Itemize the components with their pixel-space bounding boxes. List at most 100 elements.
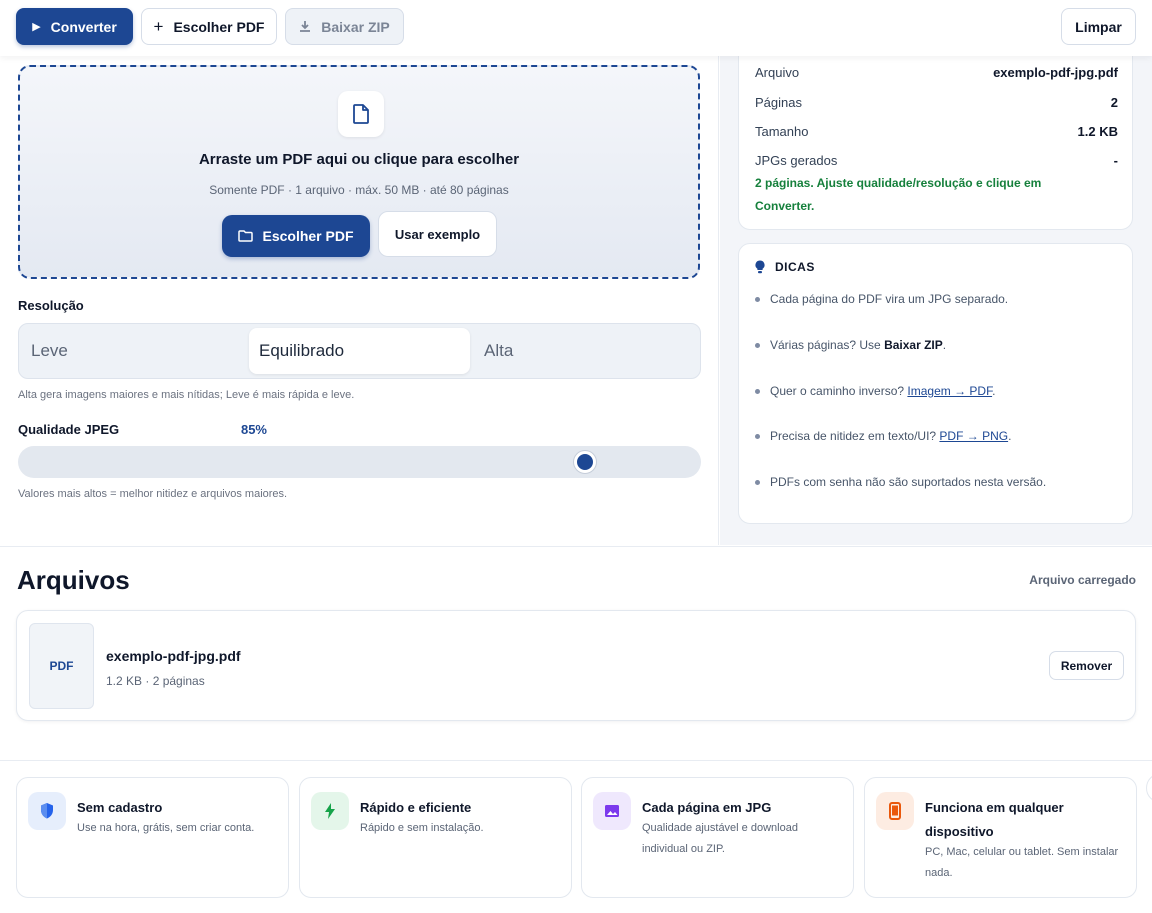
settings-panel: Arraste um PDF aqui ou clique para escol…: [0, 56, 719, 545]
play-icon: ▶: [32, 21, 41, 33]
choose-pdf-label: Escolher PDF: [173, 18, 265, 35]
tip-text-suffix: .: [992, 384, 996, 398]
tip-item: Quer o caminho inverso? Imagem → PDF.: [755, 384, 995, 398]
file-list-item: PDF exemplo-pdf-jpg.pdf 1.2 KB · 2 págin…: [16, 610, 1136, 721]
toolbar: ▶ Converter + Escolher PDF Baixar ZIP Li…: [0, 0, 1152, 56]
pdf-to-png-link[interactable]: PDF → PNG: [939, 429, 1008, 443]
resolution-label: Resolução: [18, 298, 84, 313]
file-icon: [338, 91, 384, 137]
info-key: Páginas: [755, 95, 802, 110]
tip-text: PDFs com senha não são suportados nesta …: [770, 475, 1047, 489]
tip-text-prefix: Várias páginas? Use: [770, 338, 885, 352]
convert-button[interactable]: ▶ Converter: [16, 8, 133, 45]
feature-card: Cada página em JPG Qualidade ajustável e…: [581, 777, 854, 898]
resolution-selector: Leve Equilibrado Alta: [18, 323, 701, 379]
feature-text: Use na hora, grátis, sem criar conta.: [77, 822, 255, 834]
download-zip-label: Baixar ZIP: [321, 18, 390, 35]
remove-file-button[interactable]: Remover: [1049, 651, 1124, 680]
file-meta: 1.2 KB · 2 páginas: [106, 674, 205, 688]
info-row-file: Arquivo exemplo-pdf-jpg.pdf: [755, 65, 1118, 80]
tip-text: Várias páginas? Use Baixar ZIP.: [770, 338, 946, 352]
dropzone-title: Arraste um PDF aqui ou clique para escol…: [198, 151, 520, 168]
quality-slider-handle[interactable]: [574, 451, 597, 473]
clear-label: Limpar: [1075, 18, 1122, 35]
pdf-dropzone[interactable]: Arraste um PDF aqui ou clique para escol…: [18, 65, 700, 279]
bolt-icon: [311, 792, 349, 830]
shield-icon: [28, 792, 66, 830]
files-title: Arquivos: [17, 565, 130, 595]
tip-item: Cada página do PDF vira um JPG separado.: [755, 292, 1008, 306]
feature-title: Sem cadastro: [77, 800, 163, 815]
feature-card: Rápido e eficiente Rápido e sem instalaç…: [299, 777, 572, 898]
scroll-next-button[interactable]: [1146, 773, 1152, 803]
bullet-icon: [755, 296, 760, 302]
tips-title: DICAS: [775, 260, 815, 274]
file-name: exemplo-pdf-jpg.pdf: [106, 648, 241, 664]
tip-text-suffix: .: [1008, 429, 1012, 443]
download-zip-button[interactable]: Baixar ZIP: [285, 8, 404, 45]
feature-title: Cada página em JPG: [642, 800, 772, 815]
info-row-jpgs: JPGs gerados -: [755, 153, 1118, 168]
info-value: -: [1113, 153, 1118, 168]
side-panel: Arquivo exemplo-pdf-jpg.pdf Páginas 2 Ta…: [720, 44, 1152, 545]
use-example-button[interactable]: Usar exemplo: [378, 211, 497, 257]
convert-label: Converter: [50, 18, 117, 35]
dropzone-choose-button[interactable]: Escolher PDF: [222, 215, 370, 257]
info-status-message: 2 páginas. Ajuste qualidade/resolução e …: [755, 176, 1042, 213]
clear-button[interactable]: Limpar: [1061, 8, 1136, 45]
tip-text: Precisa de nitidez em texto/UI? PDF → PN…: [770, 429, 1011, 443]
download-icon: [300, 21, 311, 32]
feature-title: Rápido e eficiente: [360, 800, 472, 815]
phone-icon: [876, 792, 914, 830]
plus-icon: +: [153, 16, 164, 36]
files-section: Arquivos Arquivo carregado PDF exemplo-p…: [0, 546, 1152, 760]
dropzone-subtitle: Somente PDF · 1 arquivo · máx. 50 MB · a…: [209, 183, 509, 197]
feature-card: Sem cadastro Use na hora, grátis, sem cr…: [16, 777, 289, 898]
resolution-option-equilibrado[interactable]: Equilibrado: [249, 328, 470, 374]
tip-text-bold: Baixar ZIP: [884, 338, 943, 352]
resolution-option-leve[interactable]: Leve: [21, 328, 247, 374]
tip-text-prefix: Quer o caminho inverso?: [770, 384, 908, 398]
info-key: Arquivo: [755, 65, 800, 80]
files-status: Arquivo carregado: [1029, 573, 1136, 587]
tip-text: Quer o caminho inverso? Imagem → PDF.: [770, 384, 995, 398]
info-key: JPGs gerados: [755, 153, 838, 168]
file-info-card: Arquivo exemplo-pdf-jpg.pdf Páginas 2 Ta…: [738, 44, 1133, 230]
tip-item: Precisa de nitidez em texto/UI? PDF → PN…: [755, 429, 1011, 443]
quality-label: Qualidade JPEG: [18, 422, 120, 437]
pdf-thumbnail: PDF: [29, 623, 94, 709]
info-row-size: Tamanho 1.2 KB: [755, 124, 1118, 139]
bullet-icon: [755, 433, 760, 439]
dropzone-choose-label: Escolher PDF: [262, 228, 354, 244]
bullet-icon: [755, 342, 760, 348]
features-section: Sem cadastro Use na hora, grátis, sem cr…: [0, 760, 1152, 913]
quality-hint: Valores mais altos = melhor nitidez e ar…: [18, 488, 288, 500]
resolution-option-alta[interactable]: Alta: [474, 328, 698, 374]
tip-text: Cada página do PDF vira um JPG separado.: [770, 292, 1009, 306]
bullet-icon: [755, 479, 760, 485]
quality-value: 85%: [240, 422, 267, 437]
info-key: Tamanho: [755, 124, 809, 139]
info-value: exemplo-pdf-jpg.pdf: [993, 65, 1118, 80]
image-to-pdf-link[interactable]: Imagem → PDF: [907, 384, 992, 398]
info-value: 2: [1110, 95, 1118, 110]
feature-text: Qualidade ajustável e download individua…: [642, 822, 798, 855]
bullet-icon: [755, 388, 760, 394]
quality-slider[interactable]: [18, 446, 701, 478]
tips-header: DICAS: [755, 260, 815, 274]
feature-title: Funciona em qualquer dispositivo: [925, 800, 1064, 839]
resolution-hint: Alta gera imagens maiores e mais nítidas…: [18, 389, 355, 401]
feature-text: PC, Mac, celular ou tablet. Sem instalar…: [925, 846, 1119, 879]
image-icon: [593, 792, 631, 830]
choose-pdf-button[interactable]: + Escolher PDF: [141, 8, 277, 45]
info-row-pages: Páginas 2: [755, 95, 1118, 110]
use-example-label: Usar exemplo: [394, 226, 481, 242]
feature-text: Rápido e sem instalação.: [360, 822, 484, 834]
feature-card: Funciona em qualquer dispositivo PC, Mac…: [864, 777, 1137, 898]
tip-text-suffix: .: [942, 338, 947, 352]
lightbulb-icon: [755, 260, 765, 274]
folder-icon: [238, 230, 254, 242]
tip-text-prefix: Precisa de nitidez em texto/UI?: [770, 429, 940, 443]
tip-item: Várias páginas? Use Baixar ZIP.: [755, 338, 946, 352]
info-value: 1.2 KB: [1077, 124, 1118, 139]
